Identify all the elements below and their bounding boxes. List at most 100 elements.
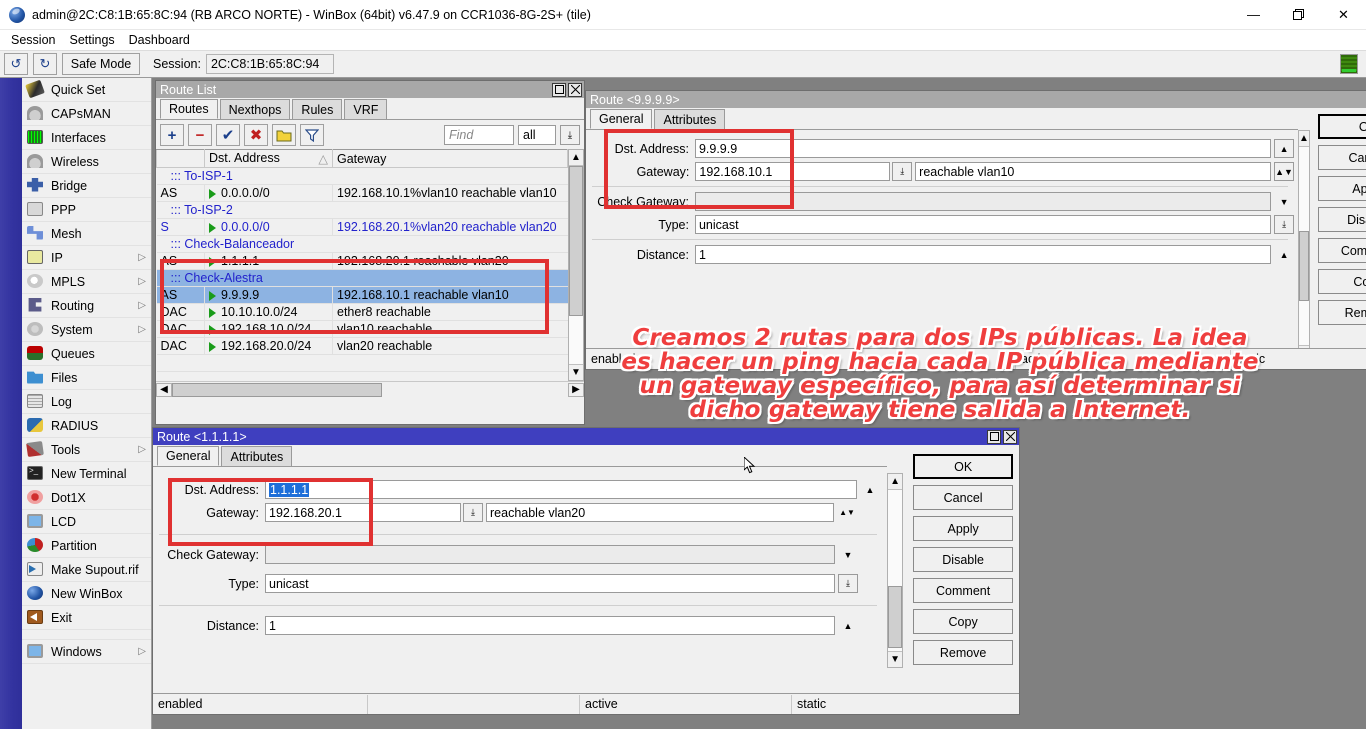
safe-mode-button[interactable]: Safe Mode (62, 53, 140, 75)
sidebar-item-radius[interactable]: RADIUS (22, 414, 151, 438)
route-top-copy-button[interactable]: Copy (1318, 269, 1366, 294)
tab-nexthops[interactable]: Nexthops (220, 99, 291, 119)
route-top-tab-attributes[interactable]: Attributes (654, 109, 725, 129)
sidebar-item-bridge[interactable]: Bridge (22, 174, 151, 198)
add-route-button[interactable]: + (160, 124, 184, 146)
find-input[interactable]: Find (444, 125, 514, 145)
route-bottom-close-button[interactable] (1003, 430, 1017, 444)
route-top-dst-input[interactable]: 9.9.9.9 (695, 139, 1271, 158)
sidebar-item-windows[interactable]: Windows▷ (22, 640, 151, 664)
route-list-vscrollbar[interactable]: ▲ ▼ (568, 149, 584, 381)
table-row[interactable]: ::: Check-Alestra (157, 270, 568, 287)
sidebar-item-exit[interactable]: Exit (22, 606, 151, 630)
route-top-dst-spinner[interactable]: ▲ (1274, 139, 1294, 158)
table-row[interactable]: ::: To-ISP-2 (157, 202, 568, 219)
route-bottom-remove-button[interactable]: Remove (913, 640, 1013, 665)
route-bottom-gateway-spinner[interactable]: ▲▼ (837, 503, 857, 522)
disable-route-button[interactable]: ✖ (244, 124, 268, 146)
route-bottom-cancel-button[interactable]: Cancel (913, 485, 1013, 510)
table-row[interactable]: AS9.9.9.9192.168.10.1 reachable vlan10 (157, 287, 568, 304)
route-bottom-dst-input[interactable]: 1.1.1.1 (265, 480, 857, 499)
restore-button[interactable] (1276, 0, 1321, 30)
route-bottom-comment-button[interactable]: Comment (913, 578, 1013, 603)
route-top-type-dropdown-icon[interactable]: ⤓ (1274, 215, 1294, 234)
route-top-vscrollbar[interactable]: ▲ ▼ (1298, 130, 1310, 362)
table-row[interactable]: ::: Check-Balanceador (157, 236, 568, 253)
sidebar-item-lcd[interactable]: LCD (22, 510, 151, 534)
table-row[interactable]: AS1.1.1.1192.168.20.1 reachable vlan20 (157, 253, 568, 270)
route-bottom-dst-spinner[interactable]: ▲ (860, 480, 880, 499)
tab-rules[interactable]: Rules (292, 99, 342, 119)
route-list-close-button[interactable] (568, 83, 582, 97)
route-top-checkgw-input[interactable] (695, 192, 1271, 211)
resource-meter-icon[interactable] (1340, 54, 1358, 74)
route-bottom-vscrollbar[interactable]: ▲ ▼ (887, 473, 903, 668)
route-bottom-maximize-button[interactable] (987, 430, 1001, 444)
sidebar-item-new-winbox[interactable]: New WinBox (22, 582, 151, 606)
sidebar-item-dot1x[interactable]: Dot1X (22, 486, 151, 510)
route-top-gateway-input[interactable]: 192.168.10.1 (695, 162, 890, 181)
route-bottom-tab-attributes[interactable]: Attributes (221, 446, 292, 466)
col-gateway[interactable]: Gateway (333, 150, 568, 168)
scope-select[interactable]: all (518, 125, 556, 145)
sidebar-item-new-terminal[interactable]: New Terminal (22, 462, 151, 486)
route-top-remove-button[interactable]: Remove (1318, 300, 1366, 325)
sidebar-item-interfaces[interactable]: Interfaces (22, 126, 151, 150)
table-row[interactable]: DAC10.10.10.0/24ether8 reachable (157, 304, 568, 321)
tab-routes[interactable]: Routes (160, 99, 218, 119)
sidebar-item-files[interactable]: Files (22, 366, 151, 390)
table-row[interactable]: ::: To-ISP-1 (157, 168, 568, 185)
scroll-down-icon[interactable]: ▼ (888, 651, 902, 667)
route-top-checkgw-dropdown-icon[interactable]: ▼ (1274, 192, 1294, 211)
route-bottom-checkgw-input[interactable] (265, 545, 835, 564)
route-list-titlebar[interactable]: Route List (156, 81, 584, 98)
table-row[interactable]: S0.0.0.0/0192.168.20.1%vlan20 reachable … (157, 219, 568, 236)
tab-vrf[interactable]: VRF (344, 99, 387, 119)
route-bottom-titlebar[interactable]: Route <1.1.1.1> (153, 428, 1019, 445)
scroll-up-icon[interactable]: ▲ (888, 474, 902, 490)
route-top-comment-button[interactable]: Comment (1318, 238, 1366, 263)
route-bottom-disable-button[interactable]: Disable (913, 547, 1013, 572)
route-top-distance-input[interactable]: 1 (695, 245, 1271, 264)
route-top-cancel-button[interactable]: Cancel (1318, 145, 1366, 170)
sidebar-item-queues[interactable]: Queues (22, 342, 151, 366)
remove-route-button[interactable]: − (188, 124, 212, 146)
route-top-distance-spinner[interactable]: ▲ (1274, 245, 1294, 264)
route-top-gateway-spinner[interactable]: ▲▼ (1274, 162, 1294, 181)
sidebar-item-ip[interactable]: IP▷ (22, 246, 151, 270)
close-button[interactable]: ✕ (1321, 0, 1366, 30)
route-top-gateway-dropdown-icon[interactable]: ⤓ (892, 162, 912, 181)
scroll-right-icon[interactable]: ▶ (568, 383, 584, 397)
route-top-disable-button[interactable]: Disable (1318, 207, 1366, 232)
undo-button[interactable]: ↺ (4, 53, 28, 75)
menu-settings[interactable]: Settings (62, 31, 121, 49)
route-bottom-apply-button[interactable]: Apply (913, 516, 1013, 541)
table-row[interactable]: DAC192.168.10.0/24vlan10 reachable (157, 321, 568, 338)
route-bottom-gateway-input[interactable]: 192.168.20.1 (265, 503, 461, 522)
filter-button[interactable] (300, 124, 324, 146)
sidebar-item-mpls[interactable]: MPLS▷ (22, 270, 151, 294)
sidebar-item-mesh[interactable]: Mesh (22, 222, 151, 246)
route-bottom-copy-button[interactable]: Copy (913, 609, 1013, 634)
sidebar-item-quick-set[interactable]: Quick Set (22, 78, 151, 102)
sidebar-item-tools[interactable]: Tools▷ (22, 438, 151, 462)
route-bottom-type-dropdown-icon[interactable]: ⤓ (838, 574, 858, 593)
route-bottom-ok-button[interactable]: OK (913, 454, 1013, 479)
sidebar-item-capsman[interactable]: CAPsMAN (22, 102, 151, 126)
route-bottom-tab-general[interactable]: General (157, 446, 219, 466)
col-flags[interactable] (157, 150, 205, 168)
route-bottom-checkgw-dropdown-icon[interactable]: ▼ (838, 545, 858, 564)
sidebar-item-make-supout-rif[interactable]: Make Supout.rif (22, 558, 151, 582)
table-row[interactable]: DAC192.168.20.0/24vlan20 reachable (157, 338, 568, 355)
scroll-up-icon[interactable]: ▲ (569, 150, 583, 166)
route-list-maximize-button[interactable] (552, 83, 566, 97)
route-list-hscrollbar[interactable]: ◀ ▶ (156, 381, 584, 397)
scroll-down-icon[interactable]: ▼ (569, 364, 583, 380)
scope-dropdown-icon[interactable]: ⤓ (560, 125, 580, 145)
minimize-button[interactable]: — (1231, 0, 1276, 30)
route-bottom-distance-spinner[interactable]: ▲ (838, 616, 858, 635)
col-dst-address[interactable]: Dst. Address△ (205, 150, 333, 168)
sidebar-item-partition[interactable]: Partition (22, 534, 151, 558)
menu-dashboard[interactable]: Dashboard (122, 31, 197, 49)
session-value[interactable]: 2C:C8:1B:65:8C:94 (206, 54, 334, 74)
